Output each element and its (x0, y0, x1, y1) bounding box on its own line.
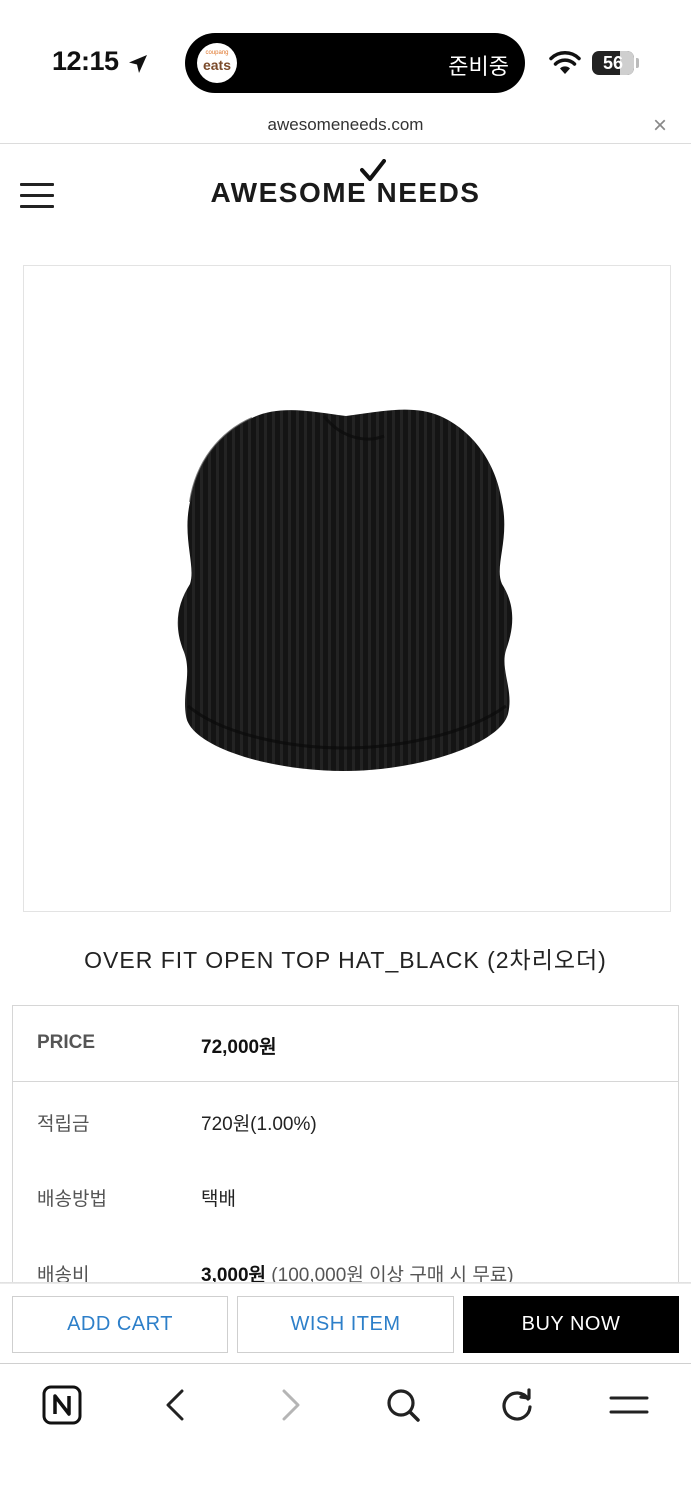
points-row: 적립금 720원(1.00%) (13, 1083, 678, 1159)
coupang-eats-icon: coupang eats (197, 43, 237, 83)
buy-now-button[interactable]: BUY NOW (463, 1296, 679, 1353)
points-label: 적립금 (37, 1114, 90, 1135)
status-bar: 12:15 coupang eats 준비중 56 (0, 0, 691, 110)
battery-icon: 56 (592, 51, 634, 75)
wifi-icon (549, 51, 581, 74)
logo-checkmark-icon (360, 159, 386, 181)
price-value: 72,000원 (201, 1037, 277, 1058)
price-row: PRICE 72,000원 (13, 1006, 678, 1082)
url-text[interactable]: awesomeneeds.com (0, 115, 691, 135)
dynamic-island[interactable]: coupang eats 준비중 (185, 33, 525, 93)
shipping-method-label: 배송방법 (37, 1189, 107, 1210)
battery-tip (636, 58, 639, 68)
wish-item-button[interactable]: WISH ITEM (237, 1296, 454, 1353)
close-icon[interactable]: × (653, 112, 667, 140)
island-status-text: 준비중 (448, 55, 509, 80)
search-icon[interactable] (383, 1385, 423, 1425)
purchase-action-bar: ADD CART WISH ITEM BUY NOW (0, 1284, 691, 1364)
menu-icon[interactable] (609, 1385, 649, 1425)
location-arrow-icon (129, 55, 147, 73)
clock: 12:15 (52, 46, 119, 76)
naver-n-icon[interactable] (42, 1385, 82, 1425)
browser-toolbar (0, 1365, 691, 1500)
url-bar[interactable]: awesomeneeds.com × (0, 110, 691, 144)
site-logo[interactable]: AWESOME NEEDS (0, 177, 691, 209)
shipping-method-value: 택배 (201, 1189, 236, 1210)
product-image[interactable] (23, 265, 671, 912)
back-icon[interactable] (156, 1385, 196, 1425)
add-cart-button[interactable]: ADD CART (12, 1296, 228, 1353)
refresh-icon[interactable] (497, 1385, 537, 1425)
battery-level: 56 (602, 53, 624, 73)
product-title: OVER FIT OPEN TOP HAT_BLACK (2차리오더) (84, 947, 607, 973)
forward-icon[interactable] (270, 1385, 310, 1425)
beanie-image (177, 409, 513, 771)
price-label: PRICE (37, 1032, 96, 1053)
site-header: AWESOME NEEDS (0, 145, 691, 255)
product-info-table: PRICE 72,000원 적립금 720원(1.00%) 배송방법 택배 배송… (12, 1005, 679, 1305)
points-value: 720원(1.00%) (201, 1114, 317, 1135)
shipping-method-row: 배송방법 택배 (13, 1158, 678, 1234)
